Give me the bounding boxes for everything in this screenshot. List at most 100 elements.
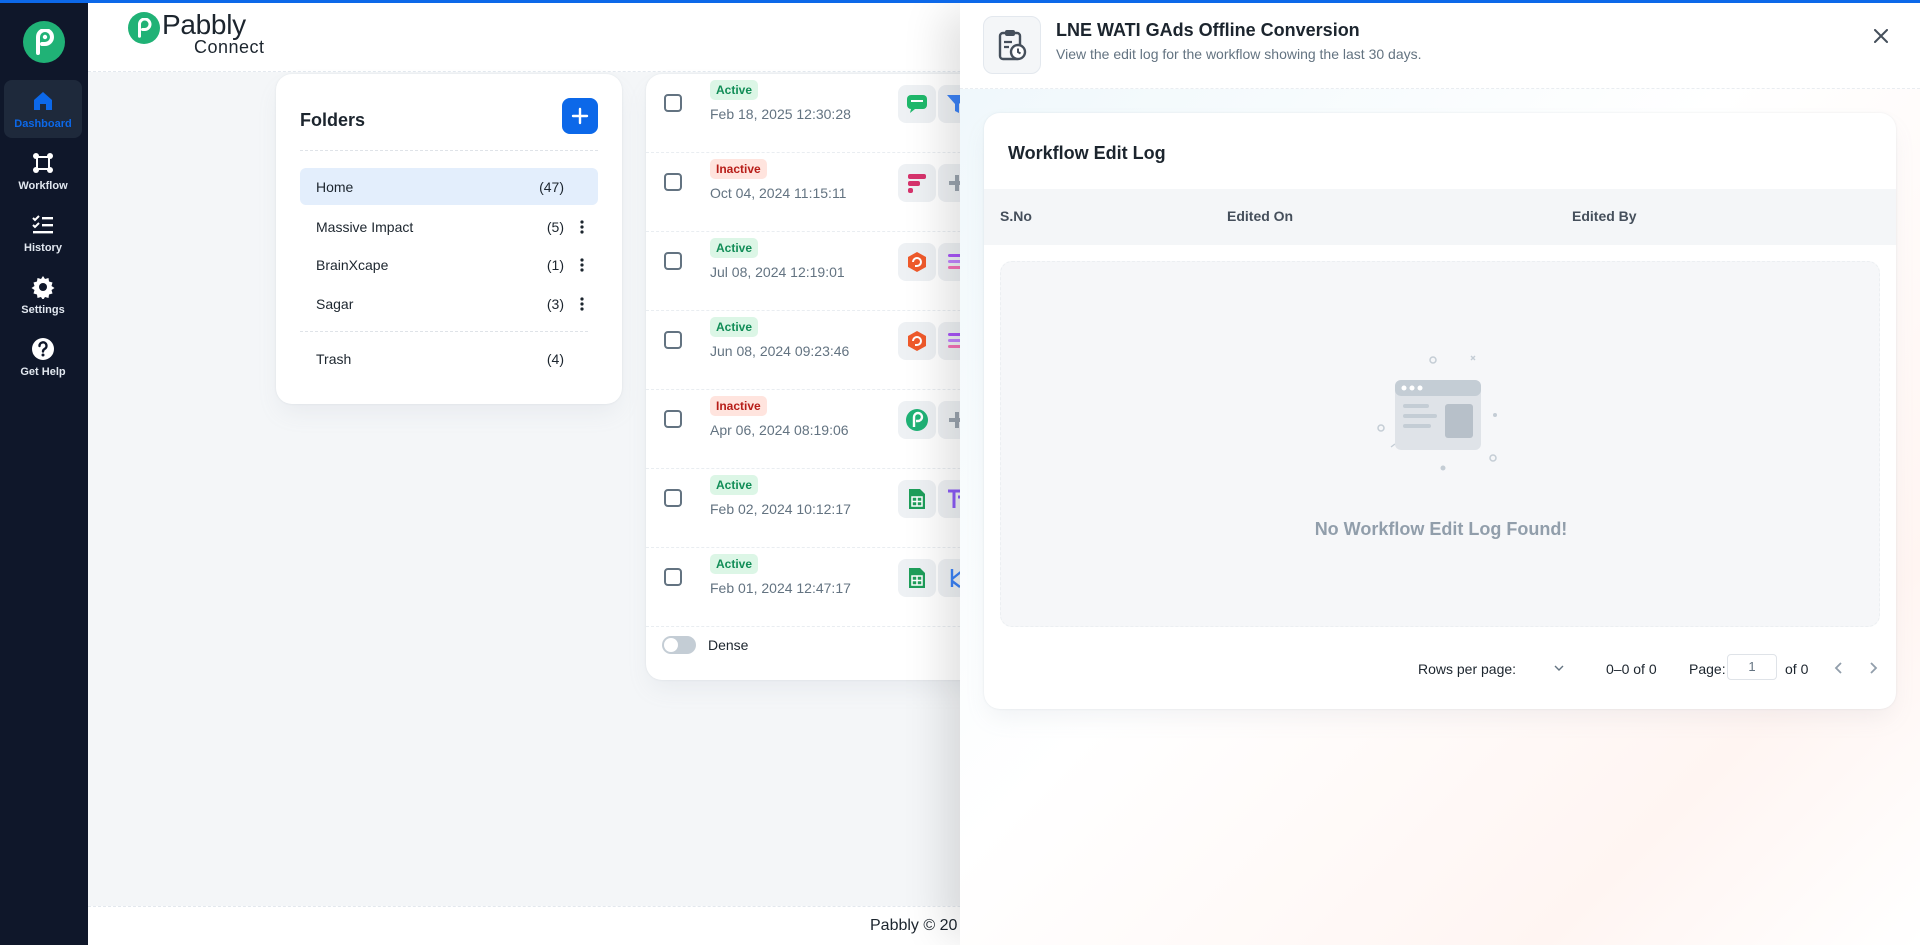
sidebar-item-label: Dashboard: [14, 117, 72, 130]
status-badge: Active: [710, 80, 759, 100]
status-badge: Inactive: [710, 396, 767, 416]
workflow-icon: [33, 152, 53, 173]
row-checkbox[interactable]: [664, 331, 682, 349]
dense-toggle-row: Dense: [662, 636, 748, 654]
folder-name: BrainXcape: [316, 256, 389, 273]
brand-name: Pabbly: [162, 9, 246, 40]
chevron-right-icon: [1870, 662, 1878, 674]
sidebar-item-history[interactable]: History: [4, 204, 82, 262]
table-header: S.No Edited On Edited By: [984, 189, 1896, 245]
column-header-edited-on: Edited On: [1227, 208, 1294, 224]
workflow-date: Oct 04, 2024 11:15:11: [710, 185, 847, 201]
status-badge: Active: [710, 475, 759, 495]
sidebar-item-dashboard[interactable]: Dashboard: [4, 80, 82, 138]
close-icon[interactable]: [1868, 23, 1894, 49]
drawer-header: LNE WATI GAds Offline Conversion View th…: [960, 3, 1920, 89]
folder-item-home[interactable]: Home (47): [300, 168, 598, 205]
page-total: of 0: [1785, 661, 1809, 677]
pabbly-logo-icon: [128, 12, 160, 44]
empty-state: No Workflow Edit Log Found!: [1000, 261, 1880, 627]
g-app-icon: [898, 243, 936, 281]
next-page-button[interactable]: [1862, 657, 1884, 679]
empty-document-icon: [1377, 355, 1497, 471]
sidebar-item-label: Settings: [21, 303, 65, 316]
workflow-date: Jul 08, 2024 12:19:01: [710, 264, 845, 280]
top-progress-line: [0, 0, 1920, 3]
folder-name: Massive Impact: [316, 218, 414, 235]
dense-label: Dense: [708, 637, 749, 653]
page-label: Page:: [1689, 661, 1726, 677]
sidebar-item-get-help[interactable]: Get Help: [4, 328, 82, 386]
folders-title: Folders: [300, 110, 366, 130]
sidebar-nav: Dashboard Workflow History Settings Get …: [0, 0, 88, 945]
divider: [300, 150, 598, 151]
folder-item-massive-impact[interactable]: Massive Impact (5): [300, 208, 598, 245]
clipboard-clock-icon: [983, 16, 1041, 74]
more-vertical-icon[interactable]: [572, 253, 592, 277]
folder-name: Trash: [316, 350, 352, 367]
add-folder-button[interactable]: [562, 98, 598, 134]
pagination-range: 0–0 of 0: [1606, 661, 1657, 677]
row-checkbox[interactable]: [664, 489, 682, 507]
previous-page-button[interactable]: [1828, 657, 1850, 679]
edit-log-drawer: LNE WATI GAds Offline Conversion View th…: [960, 3, 1920, 945]
status-badge: Active: [710, 238, 759, 258]
empty-state-text: No Workflow Edit Log Found!: [1314, 519, 1568, 539]
folder-count: (47): [539, 178, 564, 195]
workflow-date: Feb 02, 2024 10:12:17: [710, 501, 851, 517]
chat-icon: [898, 85, 936, 123]
row-checkbox[interactable]: [664, 173, 682, 191]
drawer-subtitle: View the edit log for the workflow showi…: [1056, 46, 1422, 62]
folder-count: (4): [546, 350, 564, 367]
history-icon: [32, 214, 53, 233]
workflow-date: Apr 06, 2024 08:19:06: [710, 422, 849, 438]
folder-name: Home: [316, 178, 354, 195]
row-checkbox[interactable]: [664, 252, 682, 270]
chevron-left-icon: [1834, 662, 1842, 674]
row-checkbox[interactable]: [664, 568, 682, 586]
edit-log-title: Workflow Edit Log: [1008, 143, 1166, 163]
footer-copyright: Pabbly © 20: [870, 917, 958, 934]
sidebar-item-label: History: [24, 241, 62, 254]
edit-log-card: Workflow Edit Log S.No Edited On Edited …: [984, 113, 1896, 709]
divider: [300, 331, 588, 332]
pabbly-icon: [898, 401, 936, 439]
folder-item-sagar[interactable]: Sagar (3): [300, 285, 598, 322]
more-vertical-icon[interactable]: [572, 215, 592, 239]
g-app-icon: [898, 322, 936, 360]
folder-count: (1): [546, 256, 564, 273]
chevron-down-icon: [1554, 665, 1564, 671]
status-badge: Active: [710, 317, 759, 337]
folder-name: Sagar: [316, 295, 354, 312]
folder-item-brainxcape[interactable]: BrainXcape (1): [300, 246, 598, 283]
column-header-sno: S.No: [1000, 208, 1032, 224]
gear-icon: [31, 275, 55, 299]
sidebar-item-label: Get Help: [20, 365, 66, 378]
workflow-date: Feb 01, 2024 12:47:17: [710, 580, 851, 596]
workflow-date: Jun 08, 2024 09:23:46: [710, 343, 850, 359]
status-badge: Inactive: [710, 159, 767, 179]
rows-per-page-label: Rows per page:: [1418, 661, 1517, 677]
folder-count: (5): [546, 218, 564, 235]
sheets-icon: [898, 480, 936, 518]
row-checkbox[interactable]: [664, 94, 682, 112]
sidebar-item-workflow[interactable]: Workflow: [4, 142, 82, 200]
status-badge: Active: [710, 554, 759, 574]
brand-logo[interactable]: Pabbly Connect: [128, 11, 265, 56]
help-icon: [32, 337, 54, 360]
column-header-edited-by: Edited By: [1572, 208, 1637, 224]
folder-count: (3): [546, 295, 564, 312]
workflow-date: Feb 18, 2025 12:30:28: [710, 106, 851, 122]
rows-per-page-select[interactable]: [1552, 661, 1570, 677]
dense-toggle[interactable]: [662, 636, 696, 654]
more-vertical-icon[interactable]: [572, 292, 592, 316]
sheets-icon: [898, 559, 936, 597]
brand-subtitle: Connect: [194, 37, 265, 57]
row-checkbox[interactable]: [664, 410, 682, 428]
sidebar-item-label: Workflow: [18, 179, 68, 192]
sidebar-item-settings[interactable]: Settings: [4, 266, 82, 324]
page-number-input[interactable]: 1: [1727, 654, 1777, 680]
pabbly-logo-icon[interactable]: [23, 21, 65, 63]
folder-item-trash[interactable]: Trash (4): [300, 340, 598, 377]
table-pagination: Rows per page: 0–0 of 0 Page: 1 of 0: [984, 649, 1896, 689]
